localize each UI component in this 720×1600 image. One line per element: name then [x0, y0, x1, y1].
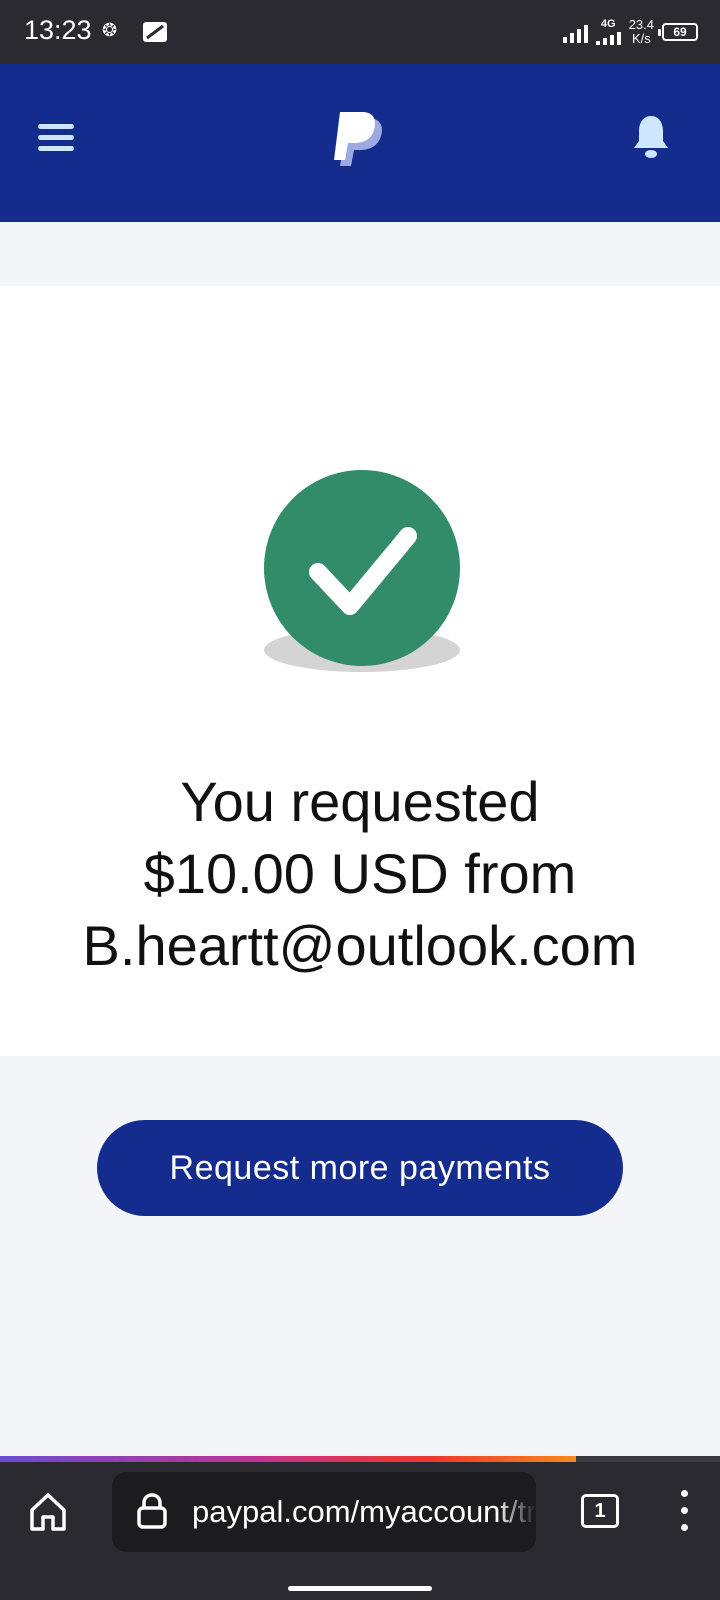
- tab-switcher-button[interactable]: 1: [581, 1494, 619, 1528]
- network-type-label: 4G: [600, 18, 616, 30]
- status-right-group: 4G 23.4 K/s 69: [562, 14, 698, 50]
- url-text: paypal.com/myaccount/tr: [192, 1494, 536, 1529]
- browser-toolbar: paypal.com/myaccount/tr 1: [0, 1462, 720, 1600]
- confirmation-card: You requested $10.00 USD from B.heartt@o…: [0, 286, 720, 1056]
- bell-icon[interactable]: [632, 114, 670, 160]
- message-line-1: You requested: [180, 770, 540, 833]
- gesture-bar[interactable]: [288, 1586, 432, 1591]
- status-bar: 13:23 ❂ 4G 23.4 K/s 69: [0, 0, 720, 64]
- battery-icon: 69: [658, 23, 698, 41]
- more-options-icon[interactable]: [676, 1490, 692, 1534]
- app-header: [0, 64, 720, 222]
- paypal-logo[interactable]: [334, 110, 390, 174]
- request-more-payments-button[interactable]: Request more payments: [97, 1120, 623, 1216]
- battery-level: 69: [673, 25, 687, 39]
- url-fade: [496, 1472, 536, 1552]
- wifi-calling-icon: ❂: [102, 20, 118, 40]
- network-speed-value: 23.4: [628, 17, 654, 32]
- message-line-3: B.heartt@outlook.com: [82, 914, 638, 977]
- network-speed-unit: K/s: [631, 31, 651, 46]
- message-line-2: $10.00 USD from: [143, 842, 577, 905]
- home-icon[interactable]: [28, 1490, 68, 1534]
- check-circle-icon: [264, 470, 460, 672]
- confirmation-message: You requested $10.00 USD from B.heartt@o…: [20, 766, 700, 982]
- tab-count: 1: [594, 1499, 606, 1522]
- image-notification-icon: [143, 22, 167, 42]
- address-bar[interactable]: paypal.com/myaccount/tr: [112, 1472, 536, 1552]
- network-speed: 23.4 K/s: [629, 18, 654, 46]
- network-type: 4G: [595, 18, 621, 45]
- hamburger-icon[interactable]: [38, 124, 74, 154]
- signal-strength-icon-2: [595, 31, 621, 45]
- page-spacer: [0, 222, 720, 286]
- status-time: 13:23: [24, 15, 92, 45]
- lock-icon: [137, 1493, 167, 1529]
- signal-strength-icon: [562, 21, 588, 43]
